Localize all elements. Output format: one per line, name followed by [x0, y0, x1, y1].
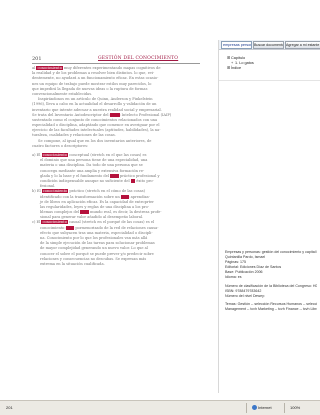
text-run: pormenorizado de la red de relaciones ca… [74, 225, 159, 230]
text-run: na. Conocimiento por lo que los profesio… [40, 236, 148, 240]
toc-item-label[interactable]: 1. Lo gatos [235, 61, 254, 65]
search-highlight: ooooo [109, 112, 121, 117]
text-run: Inspirándonos en un artículo de Quinn, A… [38, 97, 153, 102]
text-run: efecto que subyacen tras una materia, es… [40, 230, 153, 235]
search-input[interactable]: empresas person [221, 41, 252, 49]
text-run: conocegu mediante una amplia y extensiva… [40, 168, 145, 173]
divider [284, 403, 285, 413]
document-viewer: 201 GESTIÓN DEL CONOCIMIENTO al conocimi… [0, 0, 320, 415]
text-run: mundo real, es decir, la destreza profe- [88, 210, 162, 215]
search-highlight: conocimiento [41, 153, 69, 157]
text-run: Se trata del Inventario Autodescriptor d… [32, 112, 110, 117]
search-highlight: conocimiento [36, 66, 63, 70]
toc-item-label[interactable]: Índice [231, 66, 241, 70]
text-run: sustentado como el conjunto de conocimie… [32, 117, 158, 122]
text-run: a) El [32, 153, 42, 157]
search-highlight: oooo [65, 225, 75, 230]
text-run: (1996), lleva a cabo en la actualidad el… [32, 102, 157, 107]
toc-item-label[interactable]: Capítulo [231, 56, 245, 60]
text-run: dentemente, no ayudará a un funcionamien… [32, 76, 159, 81]
detail-line: Número de clasificación de la Biblioteca… [225, 283, 317, 288]
text-run: nes un equipo de trabajo puede mostrar e… [32, 81, 152, 86]
zone-indicator: Internet [252, 401, 272, 415]
search-toolbar: empresas person Buscar documento Agregar… [219, 40, 320, 50]
globe-icon [252, 405, 257, 410]
status-bar: 201 Internet 100% [0, 400, 320, 415]
text-run: b) El [32, 189, 42, 194]
text-run: la realidad y de los problemas a resolve… [32, 71, 155, 76]
text-run: turaleza, cualidades y relaciones de las… [32, 133, 116, 138]
zoom-level[interactable]: 100% [290, 401, 300, 415]
text-run: relaciones y consecuencias no descubas. … [40, 256, 147, 261]
text-run: de mayor complejidad generando un nuevo … [40, 246, 148, 251]
text-line: extrema en la situación cualificada. [32, 262, 200, 267]
page-text: al conocimiento muy diferentes experimen… [32, 66, 200, 366]
text-run: identificado con la transformación sobre… [40, 194, 121, 199]
text-run: conceptual (stretch en el que las cosas)… [68, 153, 147, 157]
text-run: je de libros en aplicación eficaz. Es la… [40, 199, 154, 204]
text-run: cuatro factores o descriptores: [32, 143, 89, 148]
text-run: blemas complejos del [40, 210, 81, 215]
zone-label: Internet [258, 405, 272, 410]
text-run: Se compone, al igual que en los dos inve… [38, 138, 152, 143]
text-run: sional para generar valor añadido al des… [40, 215, 144, 220]
table-of-contents: ⊞Capítulo +1. Lo gatos ⊞Índice [227, 56, 307, 71]
add-to-shelf-button[interactable]: Agregar a mi estante personal [285, 41, 320, 49]
text-run: aprendiza- [129, 194, 150, 199]
text-run: conocer el sobre el porqué se puede prev… [40, 251, 154, 256]
text-run: muy diferentes experimentando mapas cogn… [62, 66, 161, 70]
running-head: GESTIÓN DEL CONOCIMIENTO [98, 56, 179, 61]
text-run: inventario que intente adecuar a nuestra… [32, 107, 162, 112]
text-run: de la simple ejecución de las tareas par… [40, 241, 155, 246]
text-run: éxito pro- [135, 178, 154, 183]
text-run: especialidad o disciplina, adaptándo que… [32, 123, 160, 128]
book-details: Empresas y personas: gestión del conocim… [225, 250, 317, 312]
divider [219, 80, 320, 81]
text-run: convencionalmente establecidas. [32, 91, 93, 96]
page-header: 201 GESTIÓN DEL CONOCIMIENTO [32, 56, 200, 62]
text-run: extrema en la situación cualificada. [40, 261, 105, 266]
search-highlight: oooo [80, 210, 89, 215]
text-run: condición indispensable aunque no sufici… [40, 178, 131, 183]
text-run: glada y lo la base y el fundamento del [40, 173, 111, 178]
text-run: práctico (stretch en el cómo de las cosa… [68, 189, 146, 194]
text-run: materia o una disciplina. Da todo de una… [40, 163, 143, 168]
text-run: causal (stretch en el porqué de las cosa… [67, 220, 155, 225]
text-run: fesional. [40, 184, 56, 189]
detail-line: Management -- tcvh Marketing -- tcvh Fin… [225, 306, 317, 311]
search-document-button[interactable]: Buscar documento [253, 41, 284, 49]
status-text: 201 [6, 405, 13, 410]
divider [246, 403, 247, 413]
header-rule [32, 63, 200, 64]
text-run: conocimiento [40, 225, 66, 230]
text-run: ejercicio de las facultades intelectuale… [32, 128, 161, 133]
search-highlight: conocimiento [41, 189, 69, 194]
toc-item[interactable]: ⊞Índice [227, 66, 307, 71]
search-highlight: oooo [110, 173, 119, 178]
text-run: el dominio que una persona tiene de una … [40, 158, 148, 163]
text-run: las regularidades, leyes y reglas de una… [40, 204, 150, 209]
search-highlight: conocimiento [41, 220, 68, 225]
text-run: que impedirá la llegada de nuevas ideas … [32, 86, 148, 91]
side-panel: empresas person Buscar documento Agregar… [218, 40, 320, 393]
text-run: Intelecto Profesional (IAIP) [120, 112, 172, 117]
text-run: práctico profesional y [118, 173, 160, 178]
page-number: 201 [32, 56, 42, 62]
